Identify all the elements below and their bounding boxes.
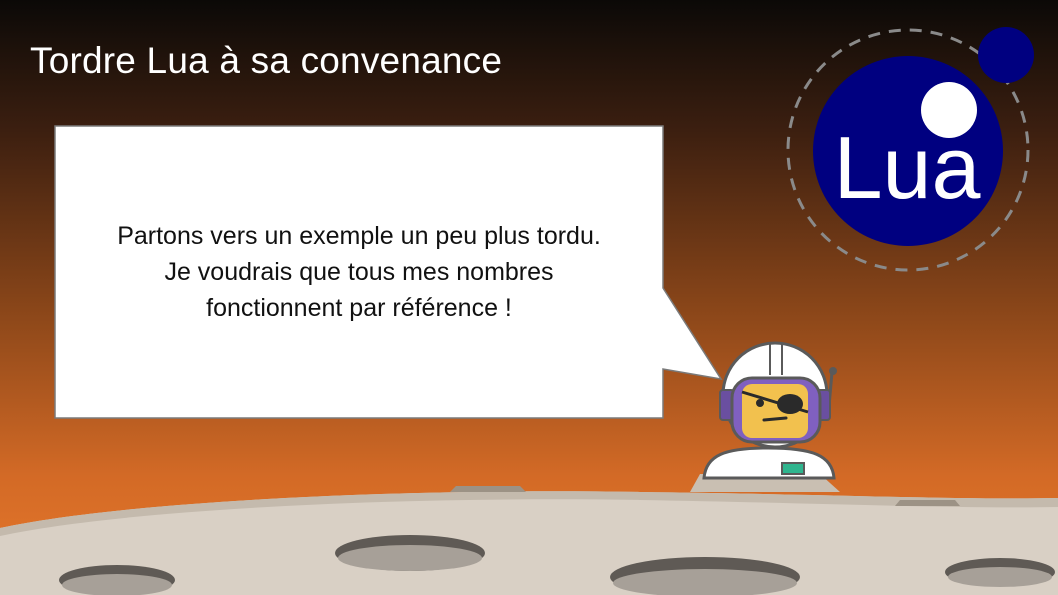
slide: Tordre Lua à sa convenance Partons vers … [0,0,1058,595]
astronaut-pirate-icon [702,341,837,480]
speech-line-1: Partons vers un exemple un peu plus tord… [117,222,601,250]
speech-bubble-text: Partons vers un exemple un peu plus tord… [55,218,663,326]
moon-ground [0,474,1058,595]
speech-line-2: Je voudrais que tous mes nombres [164,258,554,286]
lua-logo-text: Lua [833,118,981,217]
speech-line-3: fonctionnent par référence ! [206,294,512,322]
